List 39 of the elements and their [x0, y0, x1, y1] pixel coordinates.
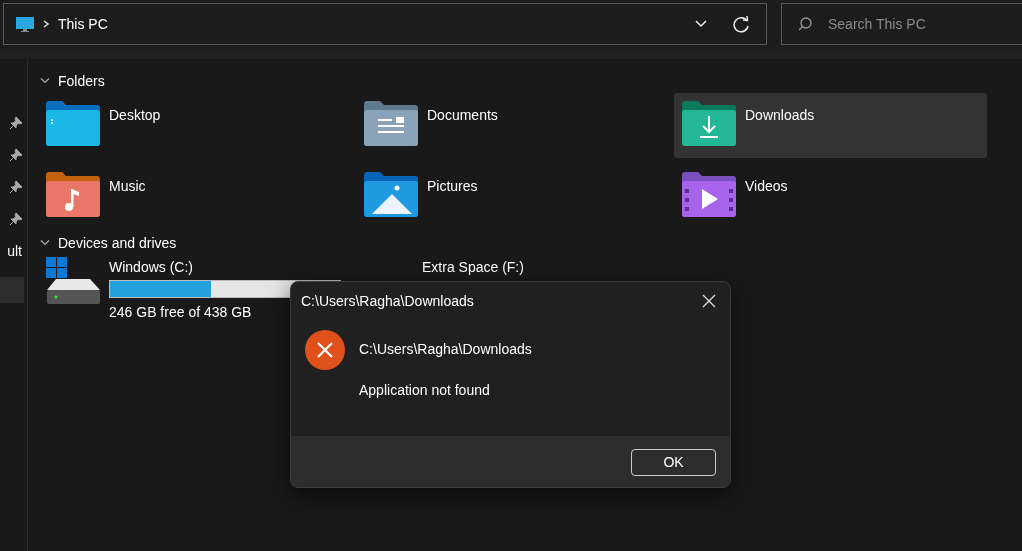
video-folder-icon: [682, 172, 736, 217]
path-text: C:\Users\Ragha\Downloads: [359, 340, 532, 359]
dialog-title: C:\Users\Ragha\Downloads: [301, 291, 474, 311]
folder-item[interactable]: Music: [38, 164, 351, 229]
folder-item[interactable]: Videos: [674, 164, 987, 229]
picture-folder-icon: [364, 172, 418, 217]
folder-icon: [46, 101, 100, 146]
chevron-icon: [42, 19, 50, 29]
folder-item[interactable]: Downloads: [674, 93, 987, 158]
address-bar[interactable]: This PC: [3, 3, 767, 45]
refresh-icon[interactable]: [732, 15, 750, 33]
folder-item[interactable]: Documents: [356, 93, 669, 158]
error-message: Application not found: [359, 381, 491, 400]
pin-icon: [10, 181, 22, 193]
pin-icon: [10, 117, 22, 129]
search-field[interactable]: Search This PC: [781, 3, 1022, 45]
monitor-icon: [16, 16, 34, 32]
error-icon: [305, 330, 345, 370]
section-title: Folders: [58, 71, 105, 91]
drive-icon: [46, 257, 100, 304]
music-folder-icon: [46, 172, 100, 217]
download-folder-icon: [682, 101, 736, 146]
ok-button[interactable]: OK: [631, 448, 716, 476]
pin-icon: [10, 213, 22, 225]
drive-label: Windows (C:): [109, 258, 194, 277]
pin-icon: [10, 149, 22, 161]
search-input[interactable]: Search This PC: [826, 12, 1006, 36]
document-folder-icon: [364, 101, 418, 146]
dropdown-icon[interactable]: [694, 19, 708, 29]
folder-item[interactable]: Pictures: [356, 164, 669, 229]
sidebar-item[interactable]: ult: [0, 235, 27, 267]
chevron-down-icon[interactable]: [40, 239, 50, 247]
section-title: Devices and drives: [58, 233, 177, 253]
drive-label: Extra Space (F:): [422, 258, 524, 277]
chevron-down-icon[interactable]: [40, 77, 50, 85]
folder-item[interactable]: Desktop: [38, 93, 351, 158]
location-text: This PC: [58, 14, 108, 34]
close-icon: [702, 294, 716, 308]
search-icon: [798, 17, 812, 31]
